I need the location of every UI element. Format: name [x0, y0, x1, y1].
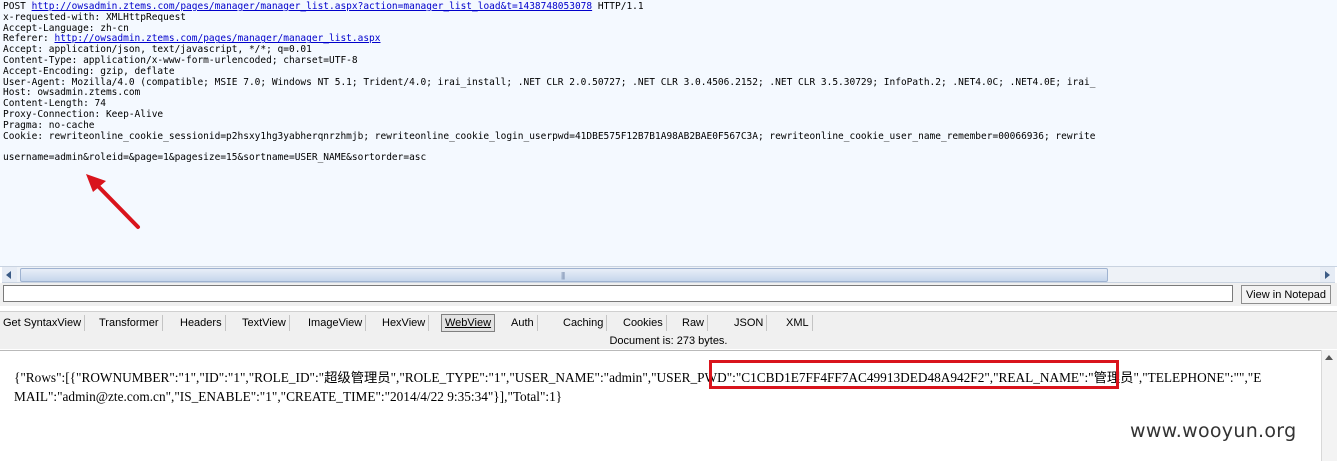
request-line: Content-Length: 74 [3, 98, 106, 110]
tab-imageview[interactable]: ImageView [305, 315, 367, 331]
request-line: username=admin&roleid=&page=1&pagesize=1… [3, 152, 427, 164]
chevron-up-icon [1325, 355, 1333, 360]
scroll-thumb[interactable]: ||| [20, 268, 1108, 282]
tab-hexview[interactable]: HexView [379, 315, 430, 331]
request-line: Accept-Language: zh-cn [3, 22, 129, 34]
request-pane[interactable]: POST http://owsadmin.ztems.com/pages/man… [0, 0, 1337, 267]
request-line-prefix: POST [3, 1, 32, 12]
request-line: Accept-Encoding: gzip, deflate [3, 65, 175, 77]
request-line: Pragma: no-cache [3, 119, 95, 131]
tab-raw[interactable]: Raw [679, 315, 709, 331]
tab-transformer[interactable]: Transformer [96, 315, 163, 331]
response-vertical-scrollbar[interactable] [1321, 350, 1337, 461]
request-line-prefix: Referer: [3, 33, 55, 45]
document-size-info: Document is: 273 bytes. [0, 333, 1337, 349]
scroll-left-button[interactable] [2, 267, 17, 282]
scroll-right-button[interactable] [1320, 267, 1335, 282]
tab-xml[interactable]: XML [783, 315, 813, 331]
tab-auth[interactable]: Auth [508, 315, 538, 331]
request-line: Content-Type: application/x-www-form-url… [3, 54, 358, 66]
chevron-left-icon [6, 271, 11, 279]
response-text-before: {"Rows":[{"ROWNUMBER":"1","ID":"1","ROLE… [14, 370, 652, 385]
view-in-notepad-button[interactable]: View in Notepad [1241, 285, 1331, 304]
tab-cookies[interactable]: Cookies [620, 315, 667, 331]
tab-json[interactable]: JSON [731, 315, 768, 331]
request-line: POST http://owsadmin.ztems.com/pages/man… [3, 1, 644, 12]
request-line: User-Agent: Mozilla/4.0 (compatible; MSI… [3, 76, 1096, 88]
tab-headers[interactable]: Headers [177, 315, 226, 331]
request-link[interactable]: http://owsadmin.ztems.com/pages/manager/… [54, 33, 380, 44]
request-line: Proxy-Connection: Keep-Alive [3, 108, 164, 120]
request-line: Referer: http://owsadmin.ztems.com/pages… [3, 33, 381, 44]
grip-icon: ||| [561, 271, 565, 280]
red-arrow-annotation [86, 174, 140, 229]
request-line-suffix: HTTP/1.1 [592, 1, 644, 12]
request-text[interactable]: POST http://owsadmin.ztems.com/pages/man… [3, 1, 1096, 164]
request-link[interactable]: http://owsadmin.ztems.com/pages/manager/… [32, 1, 593, 12]
tab-get-syntaxview[interactable]: Get SyntaxView [0, 315, 86, 331]
response-tabs: Get SyntaxView Transformer Headers TextV… [0, 311, 1337, 334]
tab-textview[interactable]: TextView [239, 315, 290, 331]
request-horizontal-scrollbar[interactable]: ||| [2, 266, 1335, 283]
chevron-right-icon [1325, 271, 1330, 279]
request-line: Accept: application/json, text/javascrip… [3, 44, 312, 56]
command-input[interactable] [3, 285, 1233, 302]
request-line: x-requested-with: XMLHttpRequest [3, 11, 187, 23]
request-line: Cookie: rewriteonline_cookie_sessionid=p… [3, 130, 1096, 142]
response-pane[interactable]: {"Rows":[{"ROWNUMBER":"1","ID":"1","ROLE… [0, 350, 1337, 462]
tab-caching[interactable]: Caching [560, 315, 608, 331]
command-row: View in Notepad [0, 283, 1337, 306]
password-highlight-box [709, 360, 1119, 389]
request-line: Host: owsadmin.ztems.com [3, 87, 141, 99]
tab-webview[interactable]: WebView [441, 314, 496, 332]
watermark: www.wooyun.org [1130, 420, 1297, 442]
